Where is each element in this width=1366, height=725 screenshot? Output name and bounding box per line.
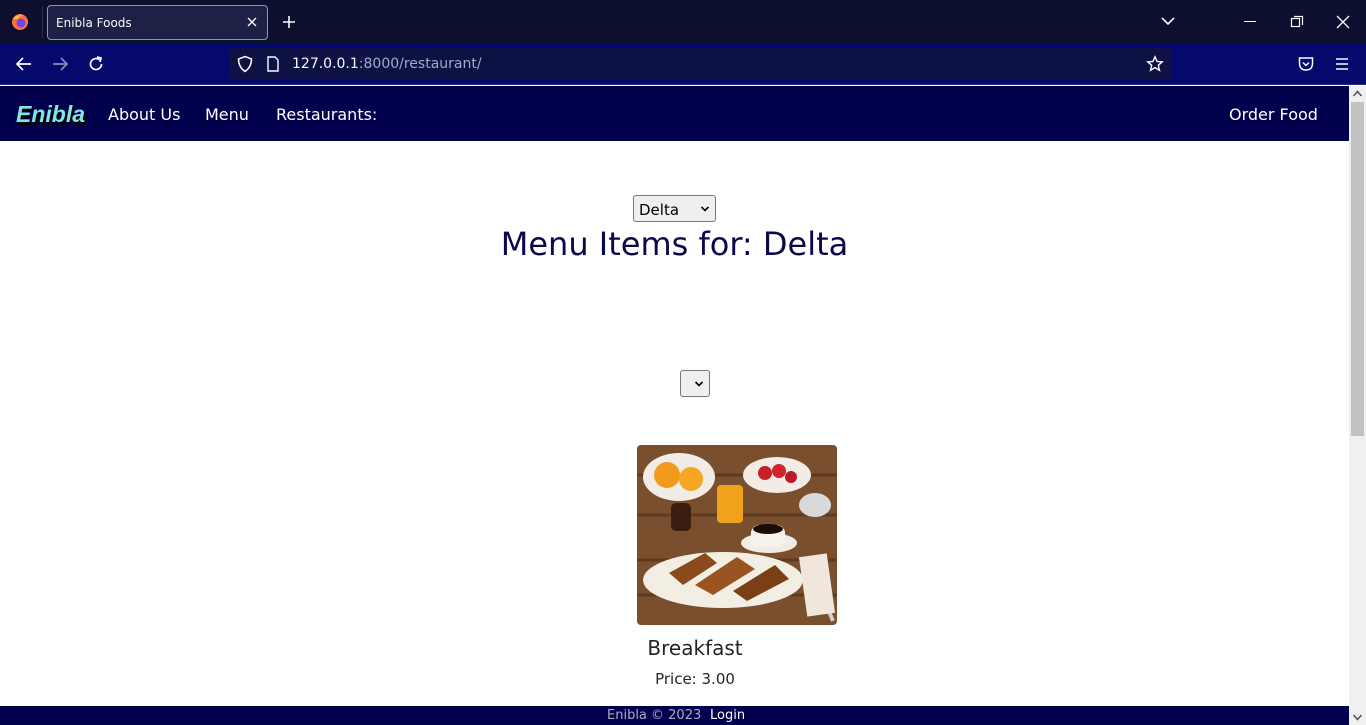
nav-menu[interactable]: Menu	[205, 105, 249, 124]
url-host: 127.0.0.1	[292, 56, 359, 72]
page-content: Enibla About Us Menu Restaurants: Order …	[0, 86, 1349, 725]
site-footer: Enibla © 2023 Login	[0, 706, 1349, 725]
chevron-down-icon	[694, 381, 704, 387]
pocket-icon[interactable]	[1297, 55, 1315, 73]
url-text[interactable]: 127.0.0.1:8000/restaurant/	[292, 56, 482, 72]
nav-about-us[interactable]: About Us	[108, 105, 180, 124]
vertical-scrollbar[interactable]	[1349, 86, 1366, 725]
shield-icon[interactable]	[236, 55, 254, 73]
star-icon[interactable]	[1146, 55, 1164, 73]
chevron-down-icon[interactable]	[1160, 15, 1176, 27]
new-tab-icon[interactable]	[281, 14, 297, 30]
footer-login-link[interactable]: Login	[710, 708, 745, 723]
scroll-thumb[interactable]	[1351, 102, 1364, 436]
reload-icon[interactable]	[87, 55, 105, 73]
close-window-icon[interactable]	[1336, 15, 1350, 29]
menu-item-image[interactable]	[637, 445, 837, 625]
breakfast-photo	[637, 445, 837, 625]
menu-item-price: Price: 3.00	[655, 670, 735, 688]
hamburger-menu-icon[interactable]	[1333, 55, 1351, 73]
site-navbar: Enibla About Us Menu Restaurants: Order …	[0, 86, 1349, 141]
menu-item-name: Breakfast	[647, 636, 743, 660]
browser-toolbar: 127.0.0.1:8000/restaurant/	[0, 44, 1366, 85]
url-bar[interactable]: 127.0.0.1:8000/restaurant/	[230, 48, 1172, 80]
nav-order-food[interactable]: Order Food	[1229, 105, 1318, 124]
close-tab-icon[interactable]	[245, 15, 259, 29]
firefox-icon[interactable]	[11, 13, 29, 31]
restore-window-icon[interactable]	[1290, 15, 1304, 29]
restaurant-select[interactable]: Delta	[633, 195, 716, 222]
back-arrow-icon[interactable]	[15, 55, 33, 73]
tab-title: Enibla Foods	[56, 16, 132, 30]
tab-separator	[42, 6, 43, 38]
browser-tab[interactable]: Enibla Foods	[47, 5, 268, 40]
page-icon[interactable]	[264, 55, 282, 73]
scroll-down-icon[interactable]	[1352, 713, 1363, 722]
url-path: :8000/restaurant/	[358, 56, 482, 72]
restaurant-select-value: Delta	[639, 201, 680, 219]
nav-restaurants[interactable]: Restaurants:	[276, 105, 377, 124]
browser-tabbar: Enibla Foods	[0, 0, 1366, 44]
chevron-down-icon	[700, 206, 710, 212]
minimize-window-icon[interactable]	[1244, 21, 1256, 22]
footer-copyright: Enibla © 2023	[607, 708, 702, 723]
forward-arrow-icon[interactable]	[51, 55, 69, 73]
brand-logo[interactable]: Enibla	[16, 101, 85, 128]
scroll-up-icon[interactable]	[1352, 89, 1363, 98]
page-title: Menu Items for: Delta	[500, 225, 849, 263]
category-select[interactable]	[680, 370, 710, 397]
